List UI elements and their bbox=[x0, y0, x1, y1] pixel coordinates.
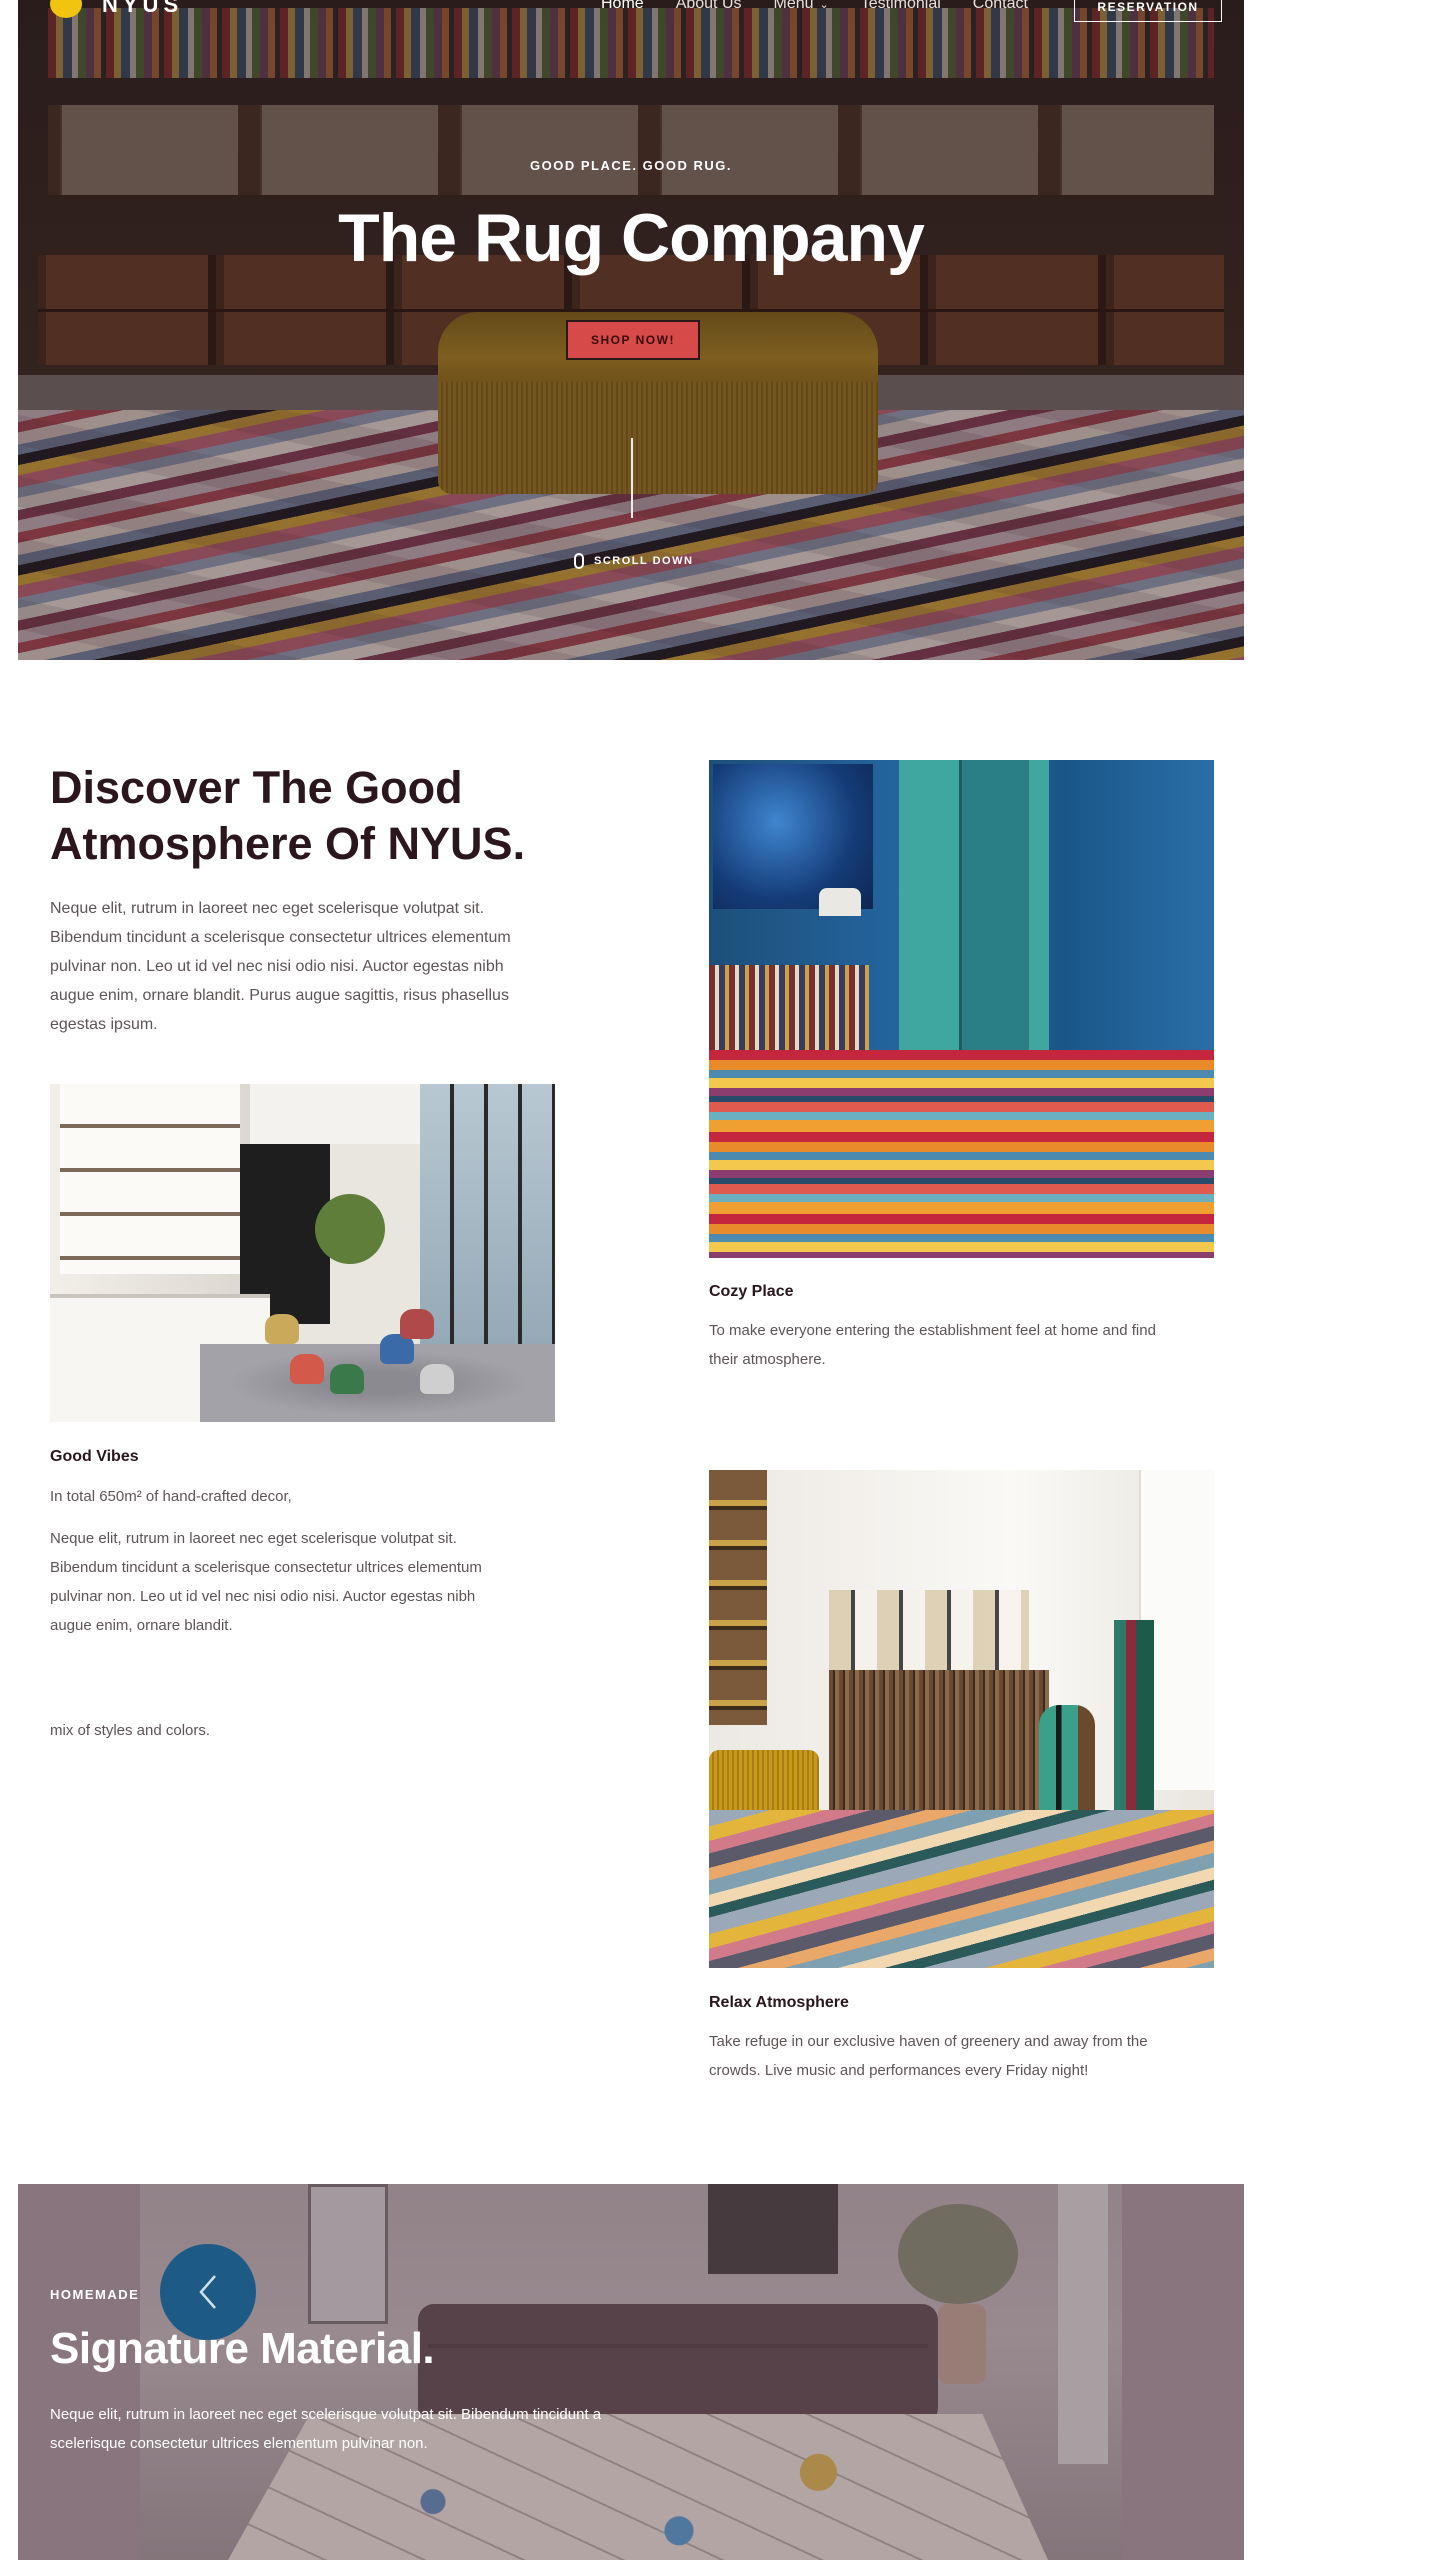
relax-title: Relax Atmosphere bbox=[709, 1994, 849, 2011]
nav-links: Home About Us Menu ⌄ Testimonial Contact bbox=[601, 0, 1060, 15]
reservation-button[interactable]: RESERVATION bbox=[1074, 0, 1222, 22]
cozy-place-title: Cozy Place bbox=[709, 1283, 794, 1300]
relax-text: Take refuge in our exclusive haven of gr… bbox=[709, 2033, 1148, 2079]
scroll-down-label: SCROLL DOWN bbox=[594, 555, 694, 567]
living-room-photo bbox=[709, 1470, 1214, 1968]
signature-text: Neque elit, rutrum in laoreet nec eget s… bbox=[50, 2406, 602, 2452]
top-navigation: NYUS Home About Us Menu ⌄ Testimonial Con… bbox=[18, 0, 1244, 26]
nav-link-contact[interactable]: Contact bbox=[973, 0, 1028, 15]
good-vibes-line3: mix of styles and colors. bbox=[50, 1722, 211, 1739]
discover-title: Discover The Good Atmosphere Of NYUS. bbox=[50, 762, 526, 869]
shop-now-button[interactable]: SHOP NOW! bbox=[566, 320, 700, 360]
chevron-left-icon bbox=[199, 2275, 216, 2309]
hero-title: The Rug Company bbox=[338, 200, 925, 276]
mouse-icon bbox=[574, 553, 584, 569]
nav-link-menu-label: Menu bbox=[773, 0, 814, 12]
nav-link-testimonial[interactable]: Testimonial bbox=[861, 0, 941, 15]
brand-logo[interactable]: NYUS bbox=[102, 0, 183, 18]
logo-dot-icon[interactable] bbox=[50, 0, 82, 18]
hero-section: GOOD PLACE. GOOD RUG. The Rug Company SH… bbox=[18, 0, 1244, 660]
office-photo bbox=[50, 1084, 555, 1422]
chevron-down-icon: ⌄ bbox=[819, 0, 829, 11]
signature-eyebrow: HOMEMADE bbox=[50, 2287, 140, 2302]
good-vibes-line1: In total 650m² of hand-crafted decor, bbox=[50, 1488, 292, 1505]
blue-room-photo bbox=[709, 760, 1214, 1258]
discover-text: Neque elit, rutrum in laoreet nec eget s… bbox=[50, 900, 511, 1033]
nav-link-about[interactable]: About Us bbox=[676, 0, 742, 15]
hero-eyebrow: GOOD PLACE. GOOD RUG. bbox=[530, 158, 732, 173]
nav-link-menu[interactable]: Menu ⌄ bbox=[774, 0, 829, 15]
good-vibes-text: Neque elit, rutrum in laoreet nec eget s… bbox=[50, 1530, 482, 1634]
nav-link-home[interactable]: Home bbox=[601, 0, 644, 15]
signature-title: Signature Material. bbox=[50, 2324, 435, 2373]
scroll-divider bbox=[631, 438, 633, 518]
scroll-down-link[interactable]: SCROLL DOWN bbox=[574, 553, 693, 569]
good-vibes-title: Good Vibes bbox=[50, 1448, 139, 1465]
cozy-place-text: To make everyone entering the establishm… bbox=[709, 1322, 1156, 1368]
